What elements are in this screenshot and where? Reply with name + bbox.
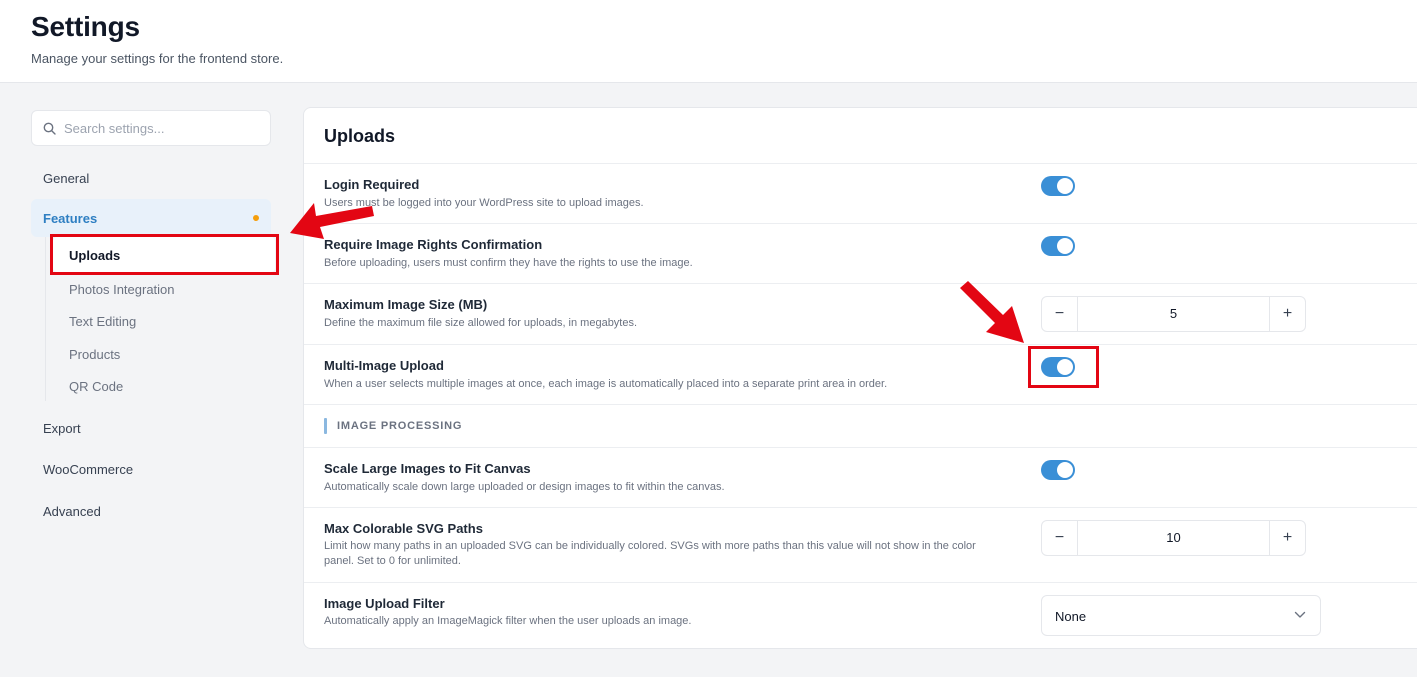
annotation-arrow-down bbox=[960, 281, 1024, 343]
annotation-arrow-left bbox=[290, 203, 374, 239]
annotation-arrows bbox=[290, 203, 1024, 343]
